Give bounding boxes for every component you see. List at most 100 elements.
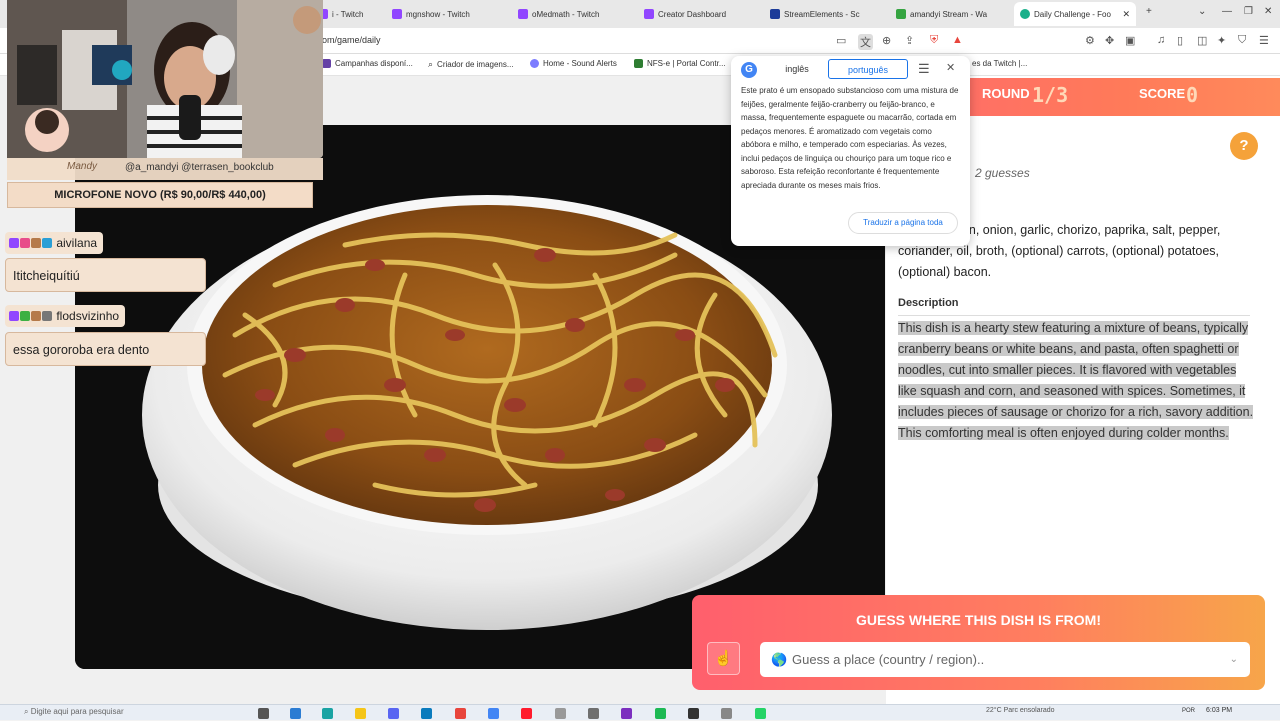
- puzzle-icon[interactable]: ✥: [1105, 34, 1114, 47]
- leo-icon[interactable]: ✦: [1217, 34, 1226, 47]
- bookmark-campanhas[interactable]: Campanhas disponí...: [322, 59, 413, 68]
- url-field[interactable]: om/game/daily: [322, 35, 381, 45]
- search-icon: ⌕: [24, 707, 31, 716]
- tab-twitch-3[interactable]: oMedmath - Twitch: [518, 4, 638, 24]
- tabs-icon[interactable]: ▣: [1125, 34, 1135, 47]
- stream-icon: [896, 9, 906, 19]
- screen-cast-icon[interactable]: ▭: [836, 34, 846, 47]
- bookmark-criador[interactable]: ⌕ Criador de imagens...: [428, 59, 514, 70]
- lang-source-tab[interactable]: inglês: [771, 59, 823, 79]
- help-button[interactable]: ?: [1230, 132, 1258, 160]
- menu-icon[interactable]: ☰: [1259, 34, 1269, 47]
- task-view-icon[interactable]: [258, 708, 269, 719]
- app-icon[interactable]: [290, 708, 301, 719]
- app-icon[interactable]: [555, 708, 566, 719]
- close-icon[interactable]: ✕: [946, 61, 955, 74]
- bookmark-label: Home - Sound Alerts: [543, 59, 617, 68]
- bookmark-nfse[interactable]: NFS-e | Portal Contr...: [634, 59, 726, 68]
- taskbar-search[interactable]: ⌕ Digite aqui para pesquisar: [12, 707, 232, 721]
- wallet-icon[interactable]: ◫: [1197, 34, 1207, 47]
- tab-search-icon[interactable]: ⌄: [1198, 6, 1206, 17]
- tab-twitch-2[interactable]: mgnshow - Twitch: [392, 4, 512, 24]
- taskbar-clock[interactable]: 6:03 PM: [1206, 707, 1232, 714]
- zoom-icon[interactable]: ⊕: [882, 34, 891, 47]
- site-icon: [1020, 9, 1030, 19]
- maximize-icon[interactable]: ❐: [1244, 6, 1253, 17]
- bookmark-label: es da Twitch |...: [972, 59, 1028, 68]
- extension-icon[interactable]: ⚙: [1085, 34, 1095, 47]
- twitch-icon: [392, 9, 402, 19]
- tab-creator-dashboard[interactable]: Creator Dashboard: [644, 4, 764, 24]
- window-close-icon[interactable]: ✕: [1264, 6, 1272, 17]
- instagram-handles: @a_mandyi @terrasen_bookclub: [125, 162, 274, 173]
- heart-icon: [20, 238, 30, 248]
- badge-icon: [42, 311, 52, 321]
- close-tab-icon[interactable]: ✕: [1122, 9, 1130, 20]
- menu-icon[interactable]: ☰: [918, 61, 930, 77]
- opera-icon[interactable]: [521, 708, 532, 719]
- tab-twitch-1[interactable]: i - Twitch: [318, 4, 388, 24]
- description-selection: This dish is a hearty stew featuring a m…: [898, 321, 1254, 440]
- sidebar-icon[interactable]: ▯: [1177, 34, 1183, 47]
- globe-icon: 🌎: [771, 652, 788, 667]
- twitch-icon: [644, 9, 654, 19]
- translated-text: Este prato é um ensopado substancioso co…: [741, 86, 959, 190]
- whatsapp-icon[interactable]: [755, 708, 766, 719]
- chat-username: flodsvizinho: [5, 305, 126, 327]
- guesses-remaining: 2 guesses: [975, 166, 1030, 180]
- app-icon[interactable]: [322, 708, 333, 719]
- share-icon[interactable]: ⇪: [905, 34, 914, 47]
- tab-label: Daily Challenge - Foo: [1034, 9, 1111, 19]
- brave-icon[interactable]: [455, 708, 466, 719]
- brave-shield-icon[interactable]: ⛨: [930, 34, 938, 47]
- tab-daily-challenge[interactable]: Daily Challenge - Foo ✕: [1014, 2, 1136, 26]
- lang-target-tab[interactable]: português: [828, 59, 908, 79]
- bookmark-label: NFS-e | Portal Contr...: [647, 59, 726, 68]
- guess-title: GUESS WHERE THIS DISH IS FROM!: [855, 612, 1101, 628]
- settings-icon[interactable]: [721, 708, 732, 719]
- check-icon: [20, 311, 30, 321]
- guess-panel: GUESS WHERE THIS DISH IS FROM! ☝ 🌎 Guess…: [692, 595, 1265, 690]
- translate-icon[interactable]: 文: [858, 34, 873, 50]
- onenote-icon[interactable]: [621, 708, 632, 719]
- tab-amandyi-stream[interactable]: amandyi Stream - Wa: [896, 4, 1016, 24]
- discord-icon[interactable]: [388, 708, 399, 719]
- weather-widget[interactable]: 22°C Parc ensolarado: [986, 707, 1055, 714]
- chat-username-text: aivilana: [56, 236, 98, 250]
- folder-icon[interactable]: [355, 708, 366, 719]
- bookmark-label: Campanhas disponí...: [335, 59, 413, 68]
- guess-place-select[interactable]: 🌎 Guess a place (country / region).. ⌄: [760, 642, 1250, 677]
- chat-username-text: flodsvizinho: [56, 309, 120, 323]
- windows-taskbar: ⌕ Digite aqui para pesquisar 22°C Parc e…: [0, 704, 1280, 720]
- hand-pointer-icon[interactable]: ☝: [707, 642, 740, 675]
- music-icon[interactable]: ♫: [1157, 34, 1165, 46]
- brave-rewards-icon[interactable]: ▲: [952, 34, 963, 46]
- bookmark-label: Criador de imagens...: [437, 60, 514, 69]
- chat-username: aivilana: [5, 232, 104, 254]
- bookmark-sound-alerts[interactable]: Home - Sound Alerts: [530, 59, 617, 68]
- tab-streamelements[interactable]: StreamElements - Sc: [770, 4, 890, 24]
- bookmark-twitch[interactable]: es da Twitch |...: [972, 59, 1027, 68]
- streamelements-icon: [770, 9, 780, 19]
- round-label: ROUND: [982, 86, 1030, 101]
- tab-label: mgnshow - Twitch: [406, 9, 470, 19]
- google-translate-icon: G: [741, 62, 757, 78]
- signature-logo: Mandy: [67, 161, 98, 172]
- obs-icon[interactable]: [688, 708, 699, 719]
- vpn-icon[interactable]: ⛉: [1238, 34, 1246, 47]
- mic-goal-banner: MICROFONE NOVO (R$ 90,00/R$ 440,00): [7, 182, 313, 208]
- translate-page-button[interactable]: Traduzir a página toda: [848, 212, 958, 234]
- description-text: This dish is a hearty stew featuring a m…: [898, 318, 1254, 444]
- round-value: 1/3: [1032, 83, 1069, 107]
- new-tab-icon[interactable]: +: [1146, 6, 1152, 17]
- tab-label: Creator Dashboard: [658, 9, 727, 19]
- chat-message: Ititcheiquítiú: [5, 258, 206, 292]
- language-indicator[interactable]: POR: [1182, 708, 1195, 714]
- guess-placeholder: Guess a place (country / region)..: [792, 652, 985, 667]
- chat-message: essa gororoba era dento: [5, 332, 206, 366]
- spotify-icon[interactable]: [655, 708, 666, 719]
- chrome-icon[interactable]: [488, 708, 499, 719]
- app-icon[interactable]: [421, 708, 432, 719]
- minimize-icon[interactable]: —: [1222, 6, 1232, 17]
- app-icon[interactable]: [588, 708, 599, 719]
